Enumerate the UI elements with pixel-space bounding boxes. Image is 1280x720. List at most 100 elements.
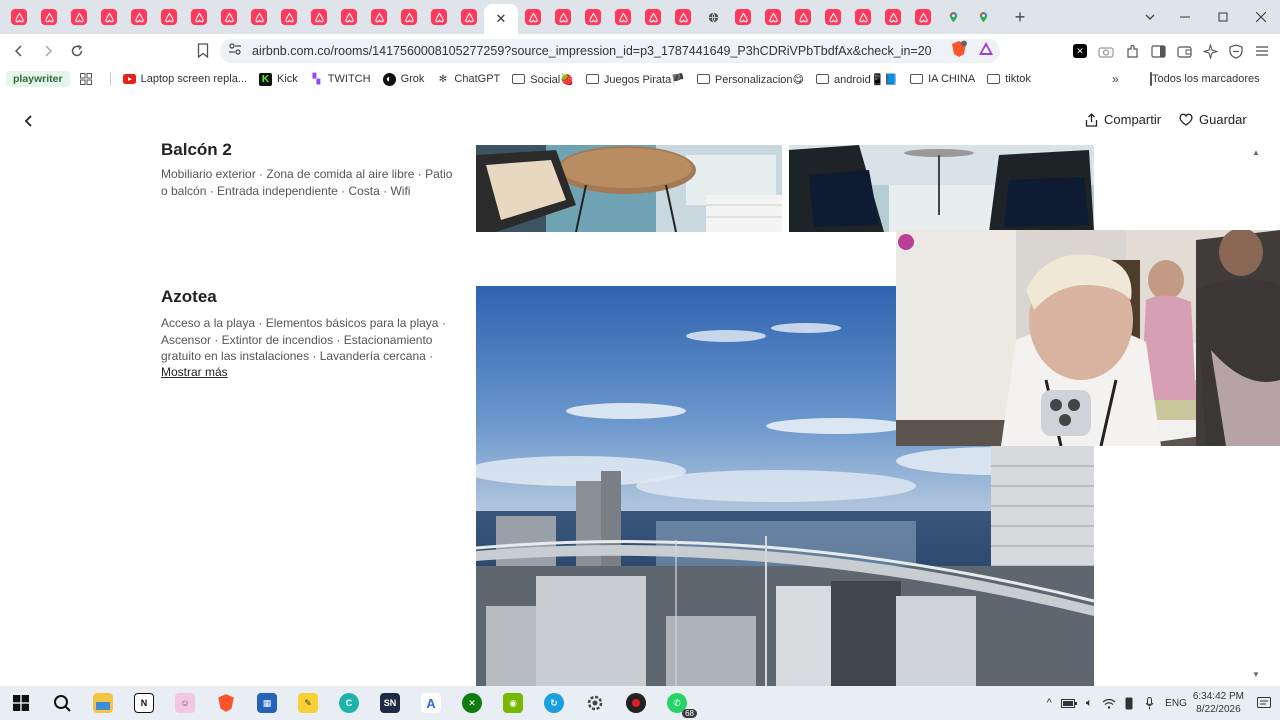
new-tab-button[interactable]: + — [1006, 3, 1034, 31]
wallet-icon[interactable] — [1174, 41, 1194, 61]
brave-shield-icon[interactable] — [950, 40, 968, 63]
bookmark-playwriter[interactable]: playwriter — [6, 71, 70, 87]
puzzle-extensions-icon[interactable] — [1122, 41, 1142, 61]
back-button[interactable] — [6, 38, 32, 64]
browser-tab[interactable] — [244, 3, 274, 31]
bookmark-item[interactable]: IA CHINA — [904, 69, 981, 89]
back-arrow-icon[interactable] — [18, 110, 40, 132]
browser-tab[interactable] — [548, 3, 578, 31]
bookmark-item[interactable]: ✻ ChatGPT — [430, 69, 506, 89]
bookmark-item[interactable]: tiktok — [981, 69, 1037, 89]
browser-tab[interactable] — [424, 3, 454, 31]
browser-tab[interactable] — [184, 3, 214, 31]
bookmark-item[interactable]: android📱📘 — [810, 69, 904, 89]
obs-record-icon[interactable] — [619, 688, 653, 718]
battery-icon[interactable] — [1059, 693, 1079, 713]
browser-tab[interactable] — [758, 3, 788, 31]
balcony-photo-2[interactable] — [789, 145, 1094, 232]
browser-tab[interactable] — [364, 3, 394, 31]
microphone-icon[interactable] — [1139, 693, 1159, 713]
language-indicator[interactable]: ENG — [1165, 698, 1187, 709]
browser-tab[interactable] — [938, 3, 968, 31]
browser-tab[interactable] — [698, 3, 728, 31]
browser-tab[interactable] — [64, 3, 94, 31]
browser-tab[interactable] — [274, 3, 304, 31]
mascot-app-icon[interactable]: ☺ — [168, 688, 202, 718]
vpn-shield-icon[interactable] — [1226, 41, 1246, 61]
browser-tab[interactable] — [4, 3, 34, 31]
browser-tab[interactable] — [124, 3, 154, 31]
share-button[interactable]: Compartir — [1085, 112, 1161, 127]
tab-search-chevron-icon[interactable] — [1136, 0, 1164, 34]
clock[interactable]: 6:34:42 PM 8/22/2026 — [1193, 690, 1244, 716]
leo-ai-icon[interactable] — [1200, 41, 1220, 61]
browser-tab[interactable] — [848, 3, 878, 31]
browser-tab[interactable] — [394, 3, 424, 31]
arc-app-icon[interactable]: A — [414, 688, 448, 718]
browser-tab[interactable] — [578, 3, 608, 31]
balcony-photo-1[interactable] — [476, 145, 782, 232]
bookmark-item[interactable]: Juegos Pirata🏴 — [580, 69, 691, 89]
bookmark-item[interactable]: Social🍓 — [506, 69, 580, 89]
browser-tab[interactable] — [94, 3, 124, 31]
browser-tab[interactable] — [728, 3, 758, 31]
wifi-icon[interactable] — [1099, 693, 1119, 713]
bookmark-item[interactable]: ▚ TWITCH — [304, 69, 377, 89]
brave-browser-icon[interactable] — [209, 688, 243, 718]
bookmark-item[interactable] — [74, 69, 104, 89]
scroll-down-arrow-icon[interactable]: ▼ — [1252, 670, 1260, 679]
browser-tab[interactable] — [454, 3, 484, 31]
bookmark-item[interactable]: Personalizacion😋 — [691, 69, 810, 89]
browser-tab[interactable] — [638, 3, 668, 31]
windows-start-icon[interactable] — [4, 688, 38, 718]
extension-x-icon[interactable]: ✕ — [1070, 41, 1090, 61]
sn-app-icon[interactable]: SN — [373, 688, 407, 718]
site-settings-icon[interactable] — [228, 42, 242, 60]
forward-button[interactable] — [35, 38, 61, 64]
close-window-button[interactable] — [1242, 0, 1280, 34]
search-icon[interactable] — [45, 688, 79, 718]
chevron-up-icon[interactable]: ^ — [1039, 693, 1059, 713]
browser-tab[interactable] — [518, 3, 548, 31]
xbox-icon[interactable]: ✕ — [455, 688, 489, 718]
sync-app-icon[interactable]: ↻ — [537, 688, 571, 718]
minimize-button[interactable] — [1166, 0, 1204, 34]
address-bar[interactable]: airbnb.com.co/rooms/1417560008105277259?… — [220, 39, 1000, 63]
all-bookmarks-folder[interactable]: Todos los marcadores — [1150, 68, 1260, 90]
browser-tab[interactable] — [214, 3, 244, 31]
browser-tab[interactable]: ✕ — [484, 4, 518, 34]
notion-icon[interactable]: N — [127, 688, 161, 718]
nvidia-icon[interactable]: ◉ — [496, 688, 530, 718]
sticky-notes-icon[interactable]: ✎ — [291, 688, 325, 718]
whatsapp-icon[interactable]: ✆ 68 — [660, 688, 697, 718]
browser-tab[interactable] — [788, 3, 818, 31]
menu-icon[interactable] — [1252, 41, 1272, 61]
more-bookmarks-button[interactable]: » — [1112, 68, 1119, 90]
bookmark-item[interactable]: ◐ Grok — [377, 69, 431, 89]
settings-gear-icon[interactable] — [578, 688, 612, 718]
copilot-icon[interactable]: C — [332, 688, 366, 718]
scroll-up-arrow-icon[interactable]: ▲ — [1252, 148, 1260, 157]
browser-tab[interactable] — [908, 3, 938, 31]
browser-tab[interactable] — [34, 3, 64, 31]
file-explorer-icon[interactable] — [86, 688, 120, 718]
bookmark-page-icon[interactable] — [193, 38, 213, 62]
close-tab-icon[interactable]: ✕ — [496, 11, 507, 27]
browser-tab[interactable] — [334, 3, 364, 31]
save-button[interactable]: Guardar — [1179, 112, 1247, 127]
maximize-button[interactable] — [1204, 0, 1242, 34]
speaker-icon[interactable]: 🔈︎ — [1079, 693, 1099, 713]
browser-tab[interactable] — [154, 3, 184, 31]
bookmark-item[interactable]: K Kick — [253, 69, 304, 89]
browser-tab[interactable] — [968, 3, 998, 31]
reload-button[interactable] — [64, 38, 90, 64]
show-more-link[interactable]: Mostrar más — [161, 365, 228, 379]
brave-rewards-icon[interactable] — [978, 41, 994, 62]
browser-tab[interactable] — [304, 3, 334, 31]
browser-tab[interactable] — [608, 3, 638, 31]
bookmark-item[interactable]: Laptop screen repla... — [117, 69, 253, 89]
phone-link-icon[interactable] — [1119, 693, 1139, 713]
camera-icon[interactable] — [1096, 41, 1116, 61]
browser-tab[interactable] — [878, 3, 908, 31]
sidebar-icon[interactable] — [1148, 41, 1168, 61]
